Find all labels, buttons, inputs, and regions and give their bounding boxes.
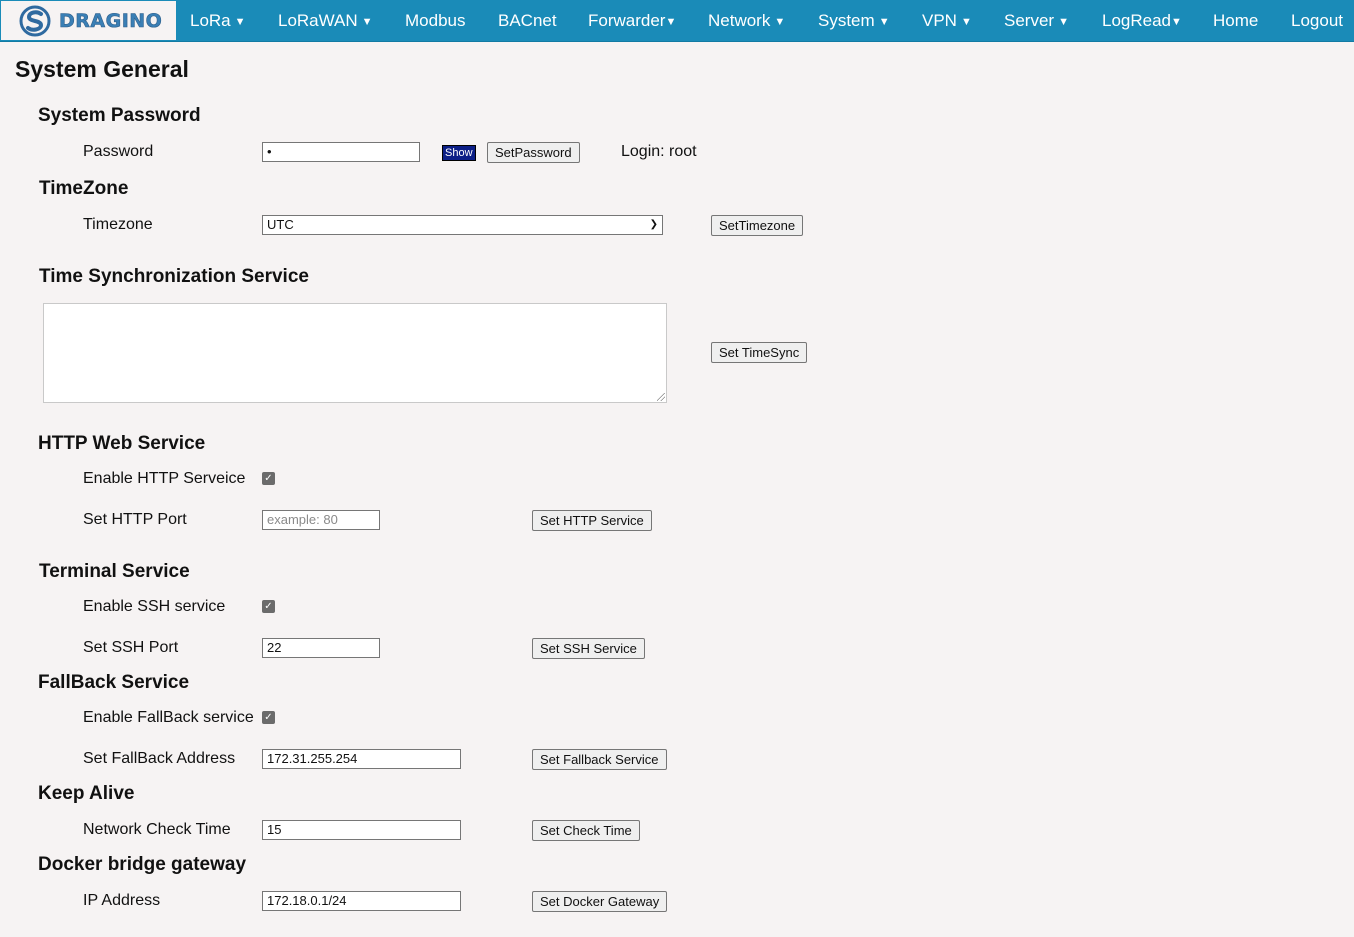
timezone-label: Timezone: [83, 216, 153, 233]
fallback-enable-checkbox[interactable]: ✓: [262, 711, 275, 724]
timezone-heading: TimeZone: [39, 178, 129, 199]
dragino-s-logo-icon: [19, 5, 51, 36]
fallback-address-label: Set FallBack Address: [83, 750, 236, 767]
ssh-enable-label: Enable SSH service: [83, 598, 226, 615]
nav-label: Server: [1004, 11, 1055, 30]
ssh-port-input[interactable]: 22: [262, 638, 380, 658]
set-check-time-button[interactable]: Set Check Time: [532, 820, 640, 841]
set-timesync-button[interactable]: Set TimeSync: [711, 342, 808, 363]
http-port-input[interactable]: example: 80: [262, 510, 380, 530]
nav-label: Logout: [1291, 11, 1343, 30]
http-enable-label: Enable HTTP Serveice: [83, 470, 246, 487]
nav-label: BACnet: [498, 11, 557, 30]
nav-item-modbus[interactable]: Modbus: [405, 0, 465, 41]
logo-text: DRAGINO: [59, 9, 163, 32]
nav-item-system[interactable]: System ▼: [818, 0, 890, 41]
set-docker-gateway-button[interactable]: Set Docker Gateway: [532, 891, 668, 912]
set-timezone-button[interactable]: SetTimezone: [711, 215, 804, 236]
nav-item-bacnet[interactable]: BACnet: [498, 0, 557, 41]
nav-item-forwarder[interactable]: Forwarder▼: [588, 0, 676, 41]
nav-label: Home: [1213, 11, 1259, 30]
show-password-button[interactable]: Show: [442, 145, 476, 161]
nav-label: Modbus: [405, 11, 466, 30]
timezone-select[interactable]: UTC ❯: [262, 215, 663, 235]
http-port-label: Set HTTP Port: [83, 511, 187, 528]
http-heading: HTTP Web Service: [38, 433, 206, 454]
docker-heading: Docker bridge gateway: [38, 854, 247, 875]
password-label: Password: [83, 143, 154, 160]
nav-item-lora[interactable]: LoRa ▼: [190, 0, 246, 41]
login-user-text: Login: root: [621, 143, 697, 160]
checkmark-icon: ✓: [264, 601, 273, 612]
nav-label: LogRead: [1102, 11, 1172, 30]
keep-alive-heading: Keep Alive: [38, 783, 135, 804]
top-nav: DRAGINO LoRa ▼ LoRaWAN ▼ Modbus BACnet For…: [0, 0, 1354, 42]
checkmark-icon: ✓: [264, 712, 273, 723]
nav-label: VPN: [922, 11, 957, 30]
chevron-down-icon: ▼: [361, 16, 373, 28]
nav-item-network[interactable]: Network ▼: [708, 0, 785, 41]
ssh-enable-checkbox[interactable]: ✓: [262, 600, 275, 613]
nav-label: System: [818, 11, 875, 30]
chevron-down-icon: ❯: [649, 219, 658, 230]
resize-handle-icon[interactable]: [657, 393, 665, 401]
password-input[interactable]: •: [262, 142, 420, 162]
set-password-button[interactable]: SetPassword: [487, 142, 580, 163]
time-sync-heading: Time Synchronization Service: [39, 266, 309, 287]
nav-label: LoRa: [190, 11, 231, 30]
fallback-address-input[interactable]: 172.31.255.254: [262, 749, 461, 769]
set-fallback-service-button[interactable]: Set Fallback Service: [532, 749, 667, 770]
set-ssh-service-button[interactable]: Set SSH Service: [532, 638, 645, 659]
system-password-heading: System Password: [38, 105, 201, 126]
docker-ip-input[interactable]: 172.18.0.1/24: [262, 891, 461, 911]
chevron-down-icon: ▼: [774, 16, 786, 28]
page-title: System General: [15, 56, 189, 82]
nav-item-server[interactable]: Server ▼: [1004, 0, 1069, 41]
http-enable-checkbox[interactable]: ✓: [262, 472, 275, 485]
checkmark-icon: ✓: [264, 473, 273, 484]
set-http-service-button[interactable]: Set HTTP Service: [532, 510, 652, 531]
chevron-down-icon: ▼: [665, 16, 677, 28]
network-check-time-input[interactable]: 15: [262, 820, 461, 840]
nav-item-logread[interactable]: LogRead▼: [1102, 0, 1182, 41]
chevron-down-icon: ▼: [1171, 16, 1182, 28]
fallback-heading: FallBack Service: [38, 672, 190, 693]
ssh-port-label: Set SSH Port: [83, 639, 179, 656]
nav-item-logout[interactable]: Logout: [1291, 0, 1343, 41]
terminal-heading: Terminal Service: [39, 561, 190, 582]
time-sync-textarea[interactable]: [43, 303, 667, 403]
nav-item-lorawan[interactable]: LoRaWAN ▼: [278, 0, 373, 41]
docker-ip-label: IP Address: [83, 892, 161, 909]
nav-label: Network: [708, 11, 771, 30]
nav-item-vpn[interactable]: VPN ▼: [922, 0, 972, 41]
timezone-selected-value: UTC: [267, 217, 294, 232]
chevron-down-icon: ▼: [1058, 16, 1069, 28]
nav-label: Forwarder: [588, 11, 666, 30]
dragino-logo[interactable]: DRAGINO: [0, 0, 176, 41]
network-check-time-label: Network Check Time: [83, 821, 231, 838]
chevron-down-icon: ▼: [960, 16, 972, 28]
nav-item-home[interactable]: Home: [1213, 0, 1258, 41]
chevron-down-icon: ▼: [234, 16, 246, 28]
fallback-enable-label: Enable FallBack service: [83, 709, 254, 726]
nav-label: LoRaWAN: [278, 11, 358, 30]
chevron-down-icon: ▼: [878, 16, 890, 28]
